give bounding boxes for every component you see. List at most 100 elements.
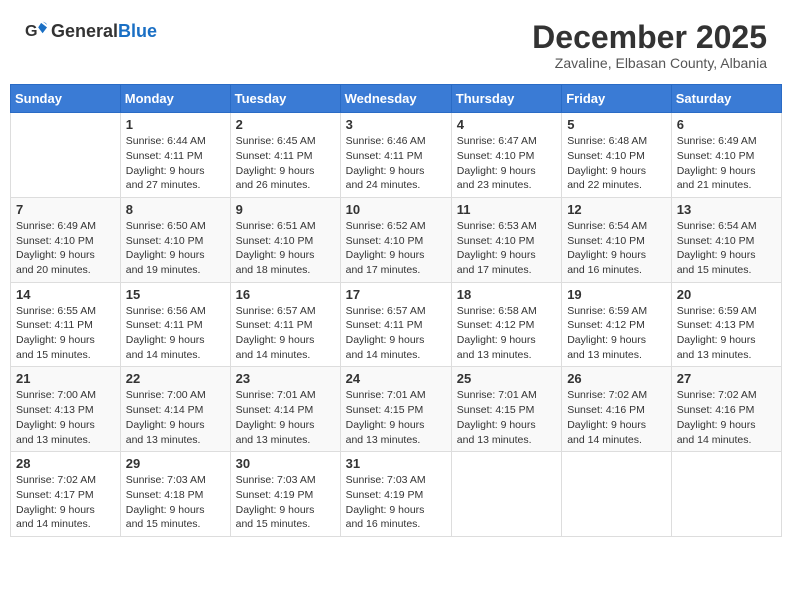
day-info: Sunrise: 6:48 AMSunset: 4:10 PMDaylight:… [567,134,666,193]
calendar-cell: 13Sunrise: 6:54 AMSunset: 4:10 PMDayligh… [671,197,781,282]
logo-general-text: General [51,21,118,41]
day-number: 4 [457,117,556,132]
day-info: Sunrise: 7:02 AMSunset: 4:17 PMDaylight:… [16,473,115,532]
svg-text:G: G [25,22,38,40]
day-number: 31 [346,456,446,471]
day-number: 18 [457,287,556,302]
day-info: Sunrise: 6:54 AMSunset: 4:10 PMDaylight:… [567,219,666,278]
day-number: 13 [677,202,776,217]
calendar-cell: 30Sunrise: 7:03 AMSunset: 4:19 PMDayligh… [230,452,340,537]
day-number: 25 [457,371,556,386]
day-info: Sunrise: 7:00 AMSunset: 4:13 PMDaylight:… [16,388,115,447]
day-info: Sunrise: 6:52 AMSunset: 4:10 PMDaylight:… [346,219,446,278]
calendar-cell: 25 Sunrise: 7:01 AMSunset: 4:15 PMDayligh… [451,367,561,452]
day-info: Sunrise: 6:49 AMSunset: 4:10 PMDaylight:… [16,219,115,278]
day-number: 27 [677,371,776,386]
day-number: 7 [16,202,115,217]
day-number: 2 [236,117,335,132]
calendar-cell: 6Sunrise: 6:49 AMSunset: 4:10 PMDaylight… [671,113,781,198]
day-number: 17 [346,287,446,302]
calendar-cell: 29 Sunrise: 7:03 AMSunset: 4:18 PMDayligh… [120,452,230,537]
day-info: Sunrise: 6:55 AMSunset: 4:11 PMDaylight:… [16,304,115,363]
calendar-day-header: Tuesday [230,85,340,113]
day-info: Sunrise: 7:03 AMSunset: 4:19 PMDaylight:… [346,473,446,532]
day-info: Sunrise: 6:59 AMSunset: 4:12 PMDaylight:… [567,304,666,363]
day-number: 16 [236,287,335,302]
calendar-cell: 2 Sunrise: 6:45 AMSunset: 4:11 PMDaylight… [230,113,340,198]
day-info: Sunrise: 7:01 AMSunset: 4:15 PMDaylight:… [346,388,446,447]
calendar-cell: 8 Sunrise: 6:50 AMSunset: 4:10 PMDaylight… [120,197,230,282]
day-info: Sunrise: 7:02 AMSunset: 4:16 PMDaylight:… [567,388,666,447]
calendar-cell: 20Sunrise: 6:59 AMSunset: 4:13 PMDayligh… [671,282,781,367]
day-number: 23 [236,371,335,386]
calendar-day-header: Sunday [11,85,121,113]
day-info: Sunrise: 6:57 AMSunset: 4:11 PMDaylight:… [346,304,446,363]
title-block: December 2025 Zavaline, Elbasan County, … [532,20,767,71]
calendar-cell: 14 Sunrise: 6:55 AMSunset: 4:11 PMDayligh… [11,282,121,367]
calendar-header-row: SundayMondayTuesdayWednesdayThursdayFrid… [11,85,782,113]
day-number: 15 [126,287,225,302]
calendar-cell [671,452,781,537]
calendar-table: SundayMondayTuesdayWednesdayThursdayFrid… [10,84,782,537]
calendar-cell: 18Sunrise: 6:58 AMSunset: 4:12 PMDayligh… [451,282,561,367]
calendar-cell [562,452,672,537]
day-number: 9 [236,202,335,217]
day-number: 10 [346,202,446,217]
day-info: Sunrise: 7:01 AMSunset: 4:14 PMDaylight:… [236,388,335,447]
day-number: 5 [567,117,666,132]
calendar-week-row: 14 Sunrise: 6:55 AMSunset: 4:11 PMDayligh… [11,282,782,367]
calendar-cell: 16 Sunrise: 6:57 AMSunset: 4:11 PMDayligh… [230,282,340,367]
day-info: Sunrise: 6:53 AMSunset: 4:10 PMDaylight:… [457,219,556,278]
calendar-day-header: Thursday [451,85,561,113]
day-info: Sunrise: 6:50 AMSunset: 4:10 PMDaylight:… [126,219,225,278]
calendar-cell: 28 Sunrise: 7:02 AMSunset: 4:17 PMDayligh… [11,452,121,537]
calendar-cell: 9 Sunrise: 6:51 AMSunset: 4:10 PMDaylight… [230,197,340,282]
calendar-week-row: 7 Sunrise: 6:49 AMSunset: 4:10 PMDaylight… [11,197,782,282]
day-number: 20 [677,287,776,302]
calendar-cell: 23 Sunrise: 7:01 AMSunset: 4:14 PMDayligh… [230,367,340,452]
day-number: 12 [567,202,666,217]
day-info: Sunrise: 7:03 AMSunset: 4:18 PMDaylight:… [126,473,225,532]
calendar-cell: 1 Sunrise: 6:44 AMSunset: 4:11 PMDaylight… [120,113,230,198]
page-header: G GeneralBlue December 2025 Zavaline, El… [10,10,782,76]
day-info: Sunrise: 7:01 AMSunset: 4:15 PMDaylight:… [457,388,556,447]
day-info: Sunrise: 7:00 AMSunset: 4:14 PMDaylight:… [126,388,225,447]
day-info: Sunrise: 6:45 AMSunset: 4:11 PMDaylight:… [236,134,335,193]
month-title: December 2025 [532,20,767,55]
calendar-cell: 17 Sunrise: 6:57 AMSunset: 4:11 PMDayligh… [340,282,451,367]
day-info: Sunrise: 7:03 AMSunset: 4:19 PMDaylight:… [236,473,335,532]
calendar-cell: 7 Sunrise: 6:49 AMSunset: 4:10 PMDaylight… [11,197,121,282]
calendar-cell: 10 Sunrise: 6:52 AMSunset: 4:10 PMDayligh… [340,197,451,282]
calendar-week-row: 21 Sunrise: 7:00 AMSunset: 4:13 PMDayligh… [11,367,782,452]
day-number: 8 [126,202,225,217]
day-info: Sunrise: 6:47 AMSunset: 4:10 PMDaylight:… [457,134,556,193]
day-info: Sunrise: 7:02 AMSunset: 4:16 PMDaylight:… [677,388,776,447]
day-number: 28 [16,456,115,471]
calendar-cell: 11Sunrise: 6:53 AMSunset: 4:10 PMDayligh… [451,197,561,282]
calendar-cell: 19 Sunrise: 6:59 AMSunset: 4:12 PMDayligh… [562,282,672,367]
calendar-day-header: Wednesday [340,85,451,113]
day-number: 29 [126,456,225,471]
day-info: Sunrise: 6:49 AMSunset: 4:10 PMDaylight:… [677,134,776,193]
calendar-cell: 26Sunrise: 7:02 AMSunset: 4:16 PMDayligh… [562,367,672,452]
day-number: 1 [126,117,225,132]
day-number: 19 [567,287,666,302]
calendar-cell [11,113,121,198]
calendar-day-header: Friday [562,85,672,113]
calendar-cell: 31 Sunrise: 7:03 AMSunset: 4:19 PMDayligh… [340,452,451,537]
day-info: Sunrise: 6:44 AMSunset: 4:11 PMDaylight:… [126,134,225,193]
location-subtitle: Zavaline, Elbasan County, Albania [532,55,767,71]
calendar-week-row: 1 Sunrise: 6:44 AMSunset: 4:11 PMDaylight… [11,113,782,198]
day-info: Sunrise: 6:56 AMSunset: 4:11 PMDaylight:… [126,304,225,363]
day-number: 21 [16,371,115,386]
logo-icon: G [25,20,47,42]
day-info: Sunrise: 6:51 AMSunset: 4:10 PMDaylight:… [236,219,335,278]
calendar-cell: 5 Sunrise: 6:48 AMSunset: 4:10 PMDaylight… [562,113,672,198]
calendar-cell [451,452,561,537]
day-info: Sunrise: 6:46 AMSunset: 4:11 PMDaylight:… [346,134,446,193]
calendar-cell: 12 Sunrise: 6:54 AMSunset: 4:10 PMDayligh… [562,197,672,282]
day-number: 14 [16,287,115,302]
day-info: Sunrise: 6:57 AMSunset: 4:11 PMDaylight:… [236,304,335,363]
calendar-cell: 24Sunrise: 7:01 AMSunset: 4:15 PMDayligh… [340,367,451,452]
logo: G GeneralBlue [25,20,157,42]
